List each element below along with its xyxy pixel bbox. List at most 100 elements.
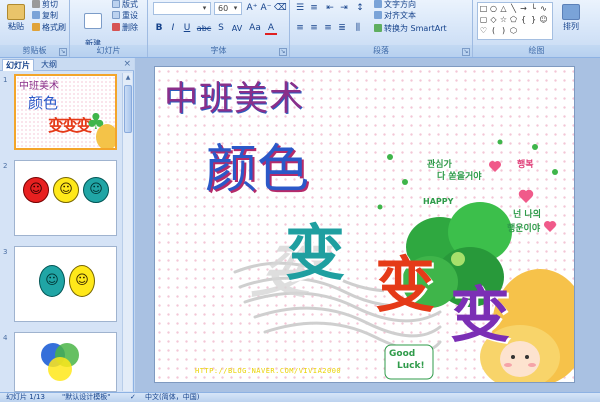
korean-text-5: 행운이야 bbox=[507, 224, 541, 234]
bian-red[interactable]: 变 bbox=[375, 237, 435, 324]
clipboard-launcher-icon[interactable]: ↘ bbox=[59, 48, 67, 56]
arrow-shape-icon[interactable]: → bbox=[519, 4, 528, 13]
paste-button[interactable]: 粘贴 bbox=[2, 2, 30, 40]
font-color-button[interactable]: A bbox=[265, 22, 277, 35]
paragraph-launcher-icon[interactable]: ↘ bbox=[462, 48, 470, 56]
copy-icon bbox=[32, 11, 40, 19]
paragraph-group-label: 段落 bbox=[290, 45, 472, 57]
font-size-combo[interactable]: 60 ▾ bbox=[214, 2, 242, 15]
rectangle-shape-icon[interactable]: □ bbox=[479, 4, 488, 13]
tab-outline[interactable]: 大纲 bbox=[38, 59, 60, 71]
slide-number: 1 bbox=[3, 76, 8, 84]
slide-thumbnail-4[interactable] bbox=[14, 332, 117, 392]
slide-number: 4 bbox=[3, 334, 8, 342]
oval-shape-icon[interactable]: ○ bbox=[489, 4, 498, 13]
brace-right-shape-icon[interactable]: } bbox=[529, 15, 538, 24]
diamond-shape-icon[interactable]: ◇ bbox=[489, 15, 498, 24]
strikethrough-button[interactable]: abc bbox=[195, 22, 213, 35]
grow-font-button[interactable]: A⁺ bbox=[246, 2, 258, 15]
text-direction-button[interactable]: 文字方向 bbox=[374, 0, 416, 10]
copy-button[interactable]: 复制 bbox=[32, 10, 58, 21]
slide-thumbnail-2[interactable]: ☺ ☺ ☺ bbox=[14, 160, 117, 236]
text-direction-icon bbox=[374, 0, 382, 8]
delete-label: 删除 bbox=[122, 23, 138, 32]
brace-shape-icon[interactable]: { bbox=[519, 15, 528, 24]
bian-purple[interactable]: 变 bbox=[450, 267, 510, 354]
elbow-shape-icon[interactable]: └ bbox=[529, 4, 538, 13]
chevron-down-icon: ▾ bbox=[233, 4, 238, 12]
clear-format-button[interactable]: ⌫ bbox=[274, 2, 287, 15]
scissors-icon bbox=[32, 0, 40, 8]
text-direction-label: 文字方向 bbox=[384, 0, 416, 9]
language-status[interactable]: 中文(简体，中国) bbox=[145, 393, 199, 402]
bullets-button[interactable]: ☰ bbox=[294, 2, 306, 15]
italic-button[interactable]: I bbox=[167, 22, 179, 35]
curve-shape-icon[interactable]: ∿ bbox=[539, 4, 548, 13]
align-right-button[interactable]: ≡ bbox=[322, 22, 334, 35]
change-case-button[interactable]: Aa bbox=[247, 22, 263, 35]
slide-title[interactable]: 中班美术 bbox=[164, 71, 304, 120]
align-text-label: 对齐文本 bbox=[384, 11, 416, 20]
numbering-button[interactable]: ≡ bbox=[308, 2, 320, 15]
align-left-button[interactable]: ≡ bbox=[294, 22, 306, 35]
char-spacing-button[interactable]: AV bbox=[229, 22, 245, 35]
shrink-font-button[interactable]: A⁻ bbox=[260, 2, 272, 15]
decrease-indent-button[interactable]: ⇤ bbox=[324, 2, 336, 15]
clipboard-group: 粘贴 剪切 复制 格式刷 剪贴板 ↘ bbox=[0, 0, 70, 57]
align-text-button[interactable]: 对齐文本 bbox=[374, 10, 416, 21]
tab-slides[interactable]: 幻灯片 bbox=[2, 59, 34, 71]
columns-button[interactable]: ⫼ bbox=[352, 22, 364, 35]
bian-teal[interactable]: 变 bbox=[285, 205, 345, 292]
delete-button[interactable]: 删除 bbox=[112, 22, 138, 33]
new-slide-button[interactable]: 新建 幻灯片 bbox=[76, 2, 110, 57]
bracket-shape-icon[interactable]: ( bbox=[489, 26, 498, 35]
reset-button[interactable]: 重设 bbox=[112, 10, 138, 21]
slide-subtitle[interactable]: 颜色 bbox=[205, 127, 309, 202]
cut-label: 剪切 bbox=[42, 0, 58, 9]
triangle-shape-icon[interactable]: △ bbox=[499, 4, 508, 13]
arrange-label: 排列 bbox=[563, 22, 579, 31]
scroll-up-icon[interactable]: ▲ bbox=[123, 73, 133, 83]
bracket-right-shape-icon[interactable]: ) bbox=[499, 26, 508, 35]
bold-button[interactable]: B bbox=[153, 22, 165, 35]
theme-name[interactable]: "默认设计模板" bbox=[62, 393, 110, 402]
font-launcher-icon[interactable]: ↘ bbox=[279, 48, 287, 56]
layout-button[interactable]: 版式 bbox=[112, 0, 138, 10]
panel-scrollbar[interactable]: ▲ bbox=[122, 73, 132, 391]
shadow-button[interactable]: S bbox=[215, 22, 227, 35]
slide-thumbnail-1[interactable]: 中班美术 颜色 变变变 ♣ bbox=[14, 74, 117, 150]
scrollbar-thumb[interactable] bbox=[124, 85, 132, 133]
underline-button[interactable]: U bbox=[181, 22, 193, 35]
align-center-icon: ≡ bbox=[310, 23, 318, 33]
star-shape-icon[interactable]: ☆ bbox=[499, 15, 508, 24]
arrange-button[interactable]: 排列 bbox=[557, 2, 585, 40]
smile-shape-icon[interactable]: ☺ bbox=[539, 15, 548, 24]
close-icon[interactable]: × bbox=[123, 59, 131, 70]
good-text: Good bbox=[389, 349, 416, 359]
line-spacing-button[interactable]: ↕ bbox=[354, 2, 366, 15]
line-shape-icon[interactable]: ╲ bbox=[509, 4, 518, 13]
hexagon-shape-icon[interactable]: ⬡ bbox=[509, 26, 518, 35]
yellow-smiley-icon: ☺ bbox=[53, 177, 79, 203]
cut-button[interactable]: 剪切 bbox=[32, 0, 58, 10]
slide-thumbnail-3[interactable]: ☺ ☺ bbox=[14, 246, 117, 322]
shapes-gallery[interactable]: □ ○ △ ╲ → └ ∿ ▢ ◇ ☆ ⬠ { } ☺ ♡ ( ) ⬡ bbox=[477, 2, 553, 40]
korean-text-3: 행복 bbox=[517, 160, 534, 170]
pentagon-shape-icon[interactable]: ⬠ bbox=[509, 15, 518, 24]
rounded-rect-shape-icon[interactable]: ▢ bbox=[479, 15, 488, 24]
align-center-button[interactable]: ≡ bbox=[308, 22, 320, 35]
justify-button[interactable]: ≣ bbox=[336, 22, 348, 35]
smartart-label: 转换为 SmartArt bbox=[384, 24, 447, 33]
status-bar: 幻灯片 1/13 "默认设计模板" ✓ 中文(简体，中国) bbox=[0, 392, 600, 402]
increase-indent-button[interactable]: ⇥ bbox=[338, 2, 350, 15]
spell-check-icon[interactable]: ✓ bbox=[130, 393, 136, 402]
format-painter-button[interactable]: 格式刷 bbox=[32, 22, 66, 33]
font-name-combo[interactable]: ▾ bbox=[153, 2, 211, 15]
blog-url: HTTP://BLOG.NAVER.COM/VIVIA2000 bbox=[195, 367, 342, 375]
heart-shape-icon[interactable]: ♡ bbox=[479, 26, 488, 35]
korean-text-4: 넌 나의 bbox=[513, 210, 541, 220]
slide-canvas[interactable]: 관심가 다 쏟을거야 행복 넌 나의 행운이야 HAPPY Good Luck!… bbox=[154, 66, 575, 383]
layout-label: 版式 bbox=[122, 0, 138, 9]
paste-label: 粘贴 bbox=[8, 22, 24, 31]
smartart-button[interactable]: 转换为 SmartArt bbox=[374, 23, 447, 34]
